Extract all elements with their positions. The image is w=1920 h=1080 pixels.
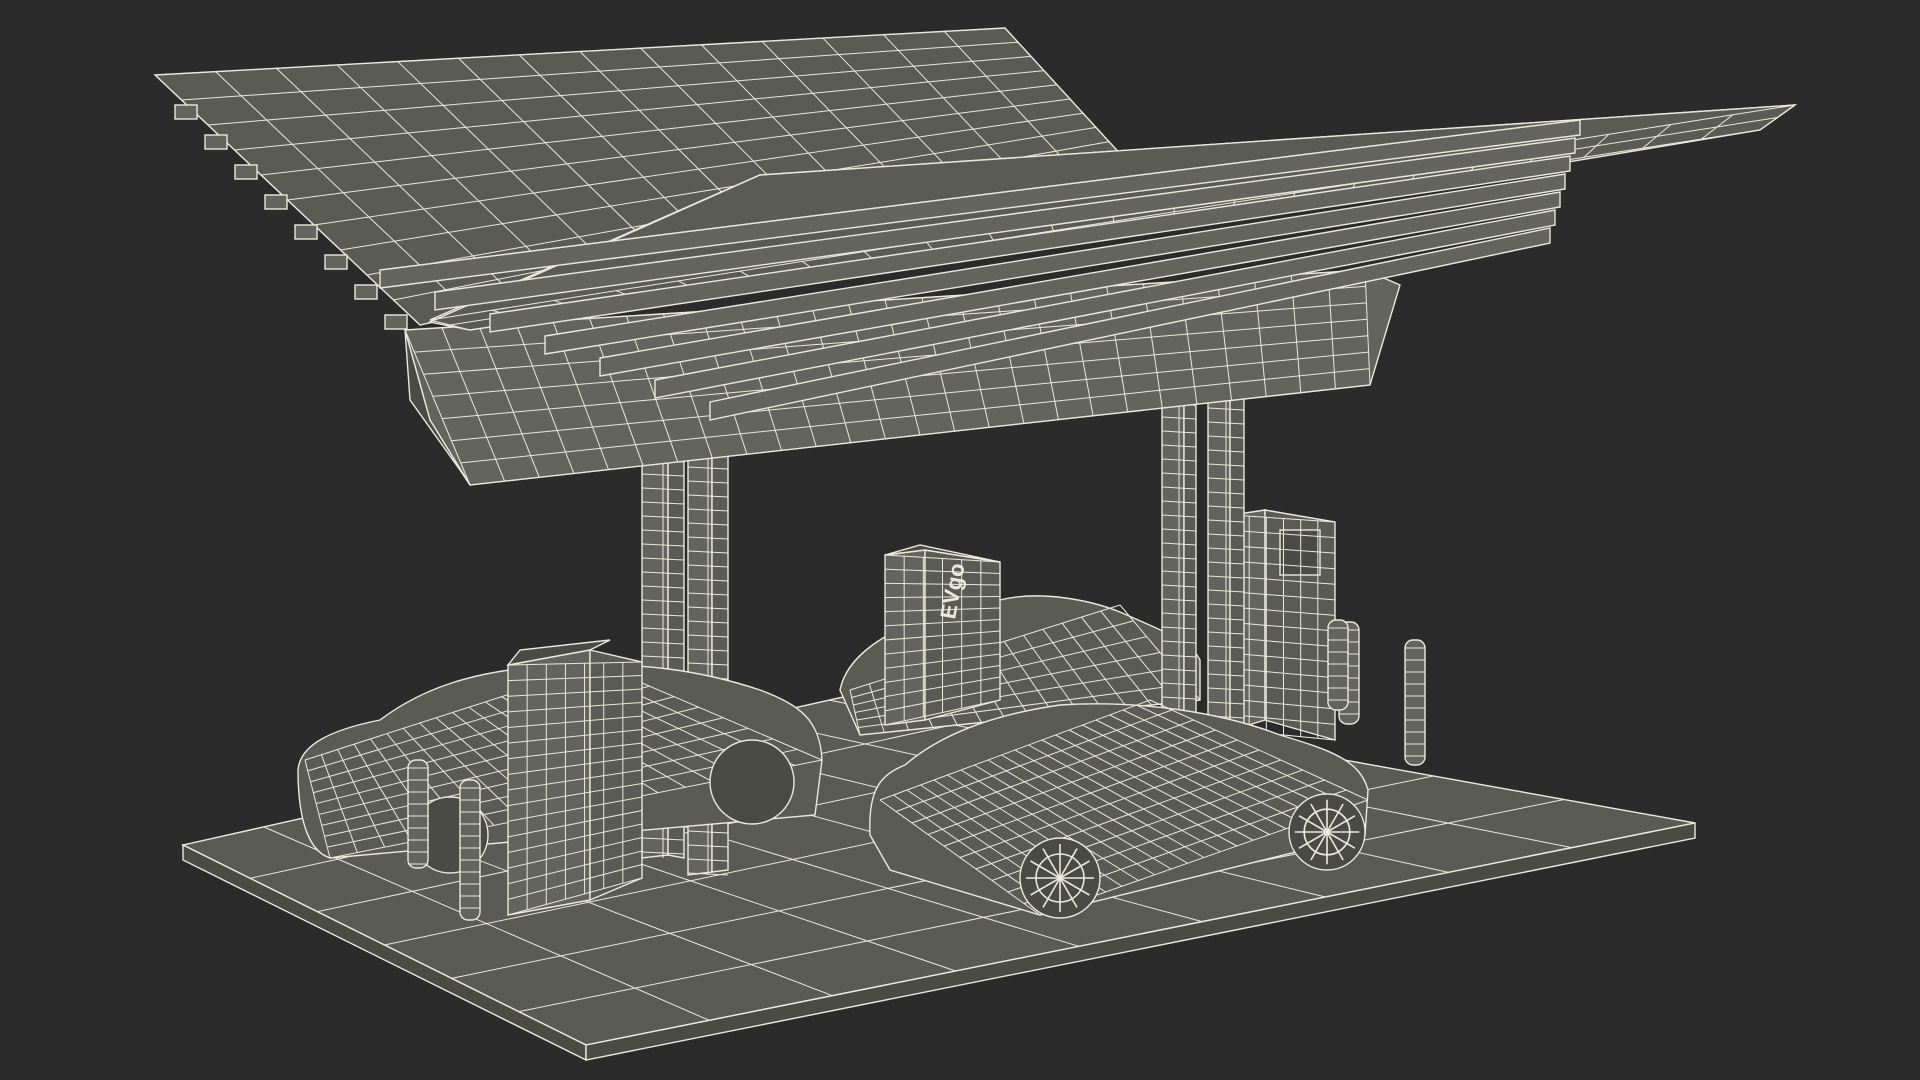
render-viewport: EVgo — [0, 0, 1920, 1080]
panel-bracket — [174, 104, 198, 120]
charger-right — [1231, 509, 1336, 741]
panel-bracket — [234, 164, 258, 180]
panel-bracket — [264, 194, 288, 210]
panel-bracket — [204, 134, 228, 150]
bollard — [459, 779, 481, 921]
panel-bracket — [384, 314, 408, 330]
charger-back: EVgo — [884, 544, 1001, 726]
bollard — [1404, 639, 1426, 766]
bollard — [1327, 619, 1349, 711]
panel-bracket — [354, 284, 378, 300]
panel-bracket — [324, 254, 348, 270]
charger-front-left — [506, 639, 643, 916]
panel-bracket — [294, 224, 318, 240]
ev-station-wireframe: EVgo — [153, 27, 1798, 1062]
